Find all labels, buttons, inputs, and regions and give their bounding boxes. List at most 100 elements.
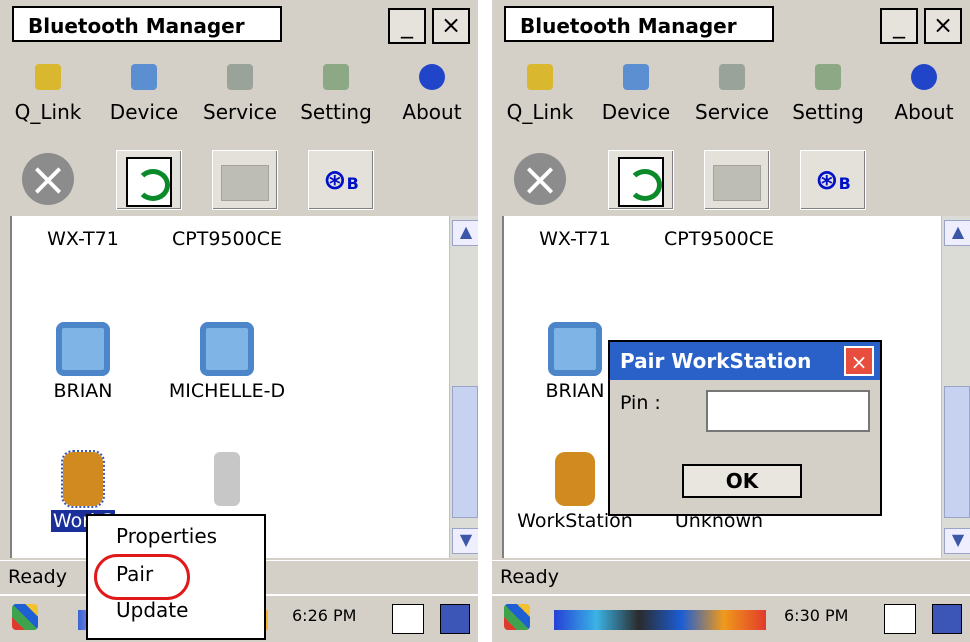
menu-q-link[interactable]: Q_Link	[492, 58, 588, 140]
status-text: Ready	[8, 566, 67, 588]
folder-tool-button[interactable]	[212, 150, 278, 210]
left-screenshot-panel: Bluetooth Manager _ × Q_Link Device Serv…	[0, 0, 478, 642]
device-item[interactable]: MICHELLE-D	[162, 322, 292, 402]
menu-bar: Q_Link Device Service Setting About	[0, 54, 478, 144]
device-name: WX-T71	[539, 228, 611, 250]
bluetooth-b-icon: ⊛B	[815, 163, 851, 196]
folder-icon	[713, 165, 761, 201]
status-text: Ready	[500, 566, 559, 588]
pda-icon	[555, 452, 595, 506]
cancel-icon: ×	[514, 153, 566, 205]
device-item[interactable]: WX-T71	[18, 228, 148, 250]
clock[interactable]: 6:26 PM	[292, 606, 356, 625]
service-icon	[719, 64, 745, 90]
bluetooth-b-icon: ⊛B	[323, 163, 359, 196]
menu-setting[interactable]: Setting	[288, 58, 384, 140]
scroll-down-icon[interactable]: ▼	[944, 528, 970, 554]
clock[interactable]: 6:30 PM	[784, 606, 848, 625]
minimize-button[interactable]: _	[880, 8, 918, 44]
setting-icon	[815, 64, 841, 90]
close-button[interactable]: ×	[432, 8, 470, 44]
pair-dialog: Pair WorkStation × Pin : OK	[608, 340, 882, 516]
cancel-tool-button[interactable]: ×	[16, 150, 80, 208]
scroll-up-icon[interactable]: ▲	[944, 220, 970, 246]
q-link-icon	[35, 64, 61, 90]
device-name: CPT9500CE	[172, 228, 282, 250]
menu-service[interactable]: Service	[684, 58, 780, 140]
right-screenshot-panel: Bluetooth Manager _ × Q_Link Device Serv…	[492, 0, 970, 642]
device-name: CPT9500CE	[664, 228, 774, 250]
menu-label: Setting	[792, 100, 864, 124]
title-bar: Bluetooth Manager _ ×	[0, 0, 478, 54]
scroll-thumb[interactable]	[452, 386, 478, 518]
scroll-up-icon[interactable]: ▲	[452, 220, 478, 246]
device-icon	[623, 64, 649, 90]
device-icon	[131, 64, 157, 90]
status-bar: Ready	[492, 560, 970, 592]
start-icon[interactable]	[504, 604, 530, 630]
context-item-pair[interactable]: Pair	[116, 562, 153, 586]
menu-about[interactable]: About	[384, 58, 478, 140]
vertical-scrollbar[interactable]: ▲ ▼	[941, 216, 970, 558]
scroll-down-icon[interactable]: ▼	[452, 528, 478, 554]
menu-device[interactable]: Device	[96, 58, 192, 140]
menu-about[interactable]: About	[876, 58, 970, 140]
device-list: WX-T71 CPT9500CE BRIAN MICHELLE-D WorkS …	[10, 216, 478, 558]
cancel-icon: ×	[22, 153, 74, 205]
setting-icon	[323, 64, 349, 90]
window-title: Bluetooth Manager	[12, 6, 282, 42]
refresh-tool-button[interactable]	[116, 150, 182, 210]
menu-label: About	[894, 100, 954, 124]
refresh-icon	[126, 157, 172, 207]
title-bar: Bluetooth Manager _ ×	[492, 0, 970, 54]
pda-icon	[61, 450, 105, 508]
menu-q-link[interactable]: Q_Link	[0, 58, 96, 140]
toolbar: × ⊛B	[0, 144, 478, 216]
device-item[interactable]: BRIAN	[18, 322, 148, 402]
menu-label: About	[402, 100, 462, 124]
dialog-close-icon[interactable]: ×	[844, 346, 874, 376]
bluetooth-icon	[419, 64, 445, 90]
service-icon	[227, 64, 253, 90]
cancel-tool-button[interactable]: ×	[508, 150, 572, 208]
menu-label: Device	[109, 100, 179, 124]
device-item[interactable]: CPT9500CE	[162, 228, 292, 250]
vertical-scrollbar[interactable]: ▲ ▼	[449, 216, 478, 558]
computer-icon	[548, 322, 602, 376]
menu-label: Q_Link	[14, 100, 82, 124]
scroll-thumb[interactable]	[944, 386, 970, 518]
folder-tool-button[interactable]	[704, 150, 770, 210]
menu-setting[interactable]: Setting	[780, 58, 876, 140]
pin-input[interactable]	[706, 390, 870, 432]
ok-button[interactable]: OK	[682, 464, 802, 498]
context-menu: Properties Pair Update	[86, 514, 266, 640]
window-switch-icon[interactable]	[440, 604, 470, 634]
computer-icon	[56, 322, 110, 376]
device-item[interactable]: WX-T71	[510, 228, 640, 250]
window-switch-icon[interactable]	[932, 604, 962, 634]
menu-label: Q_Link	[506, 100, 574, 124]
menu-label: Device	[601, 100, 671, 124]
start-icon[interactable]	[12, 604, 38, 630]
bluetooth-icon	[911, 64, 937, 90]
input-panel-icon[interactable]	[884, 604, 916, 634]
computer-icon	[200, 322, 254, 376]
tray-icons[interactable]	[554, 610, 766, 630]
menu-device[interactable]: Device	[588, 58, 684, 140]
menu-label: Service	[203, 100, 277, 124]
window-title: Bluetooth Manager	[504, 6, 774, 42]
minimize-button[interactable]: _	[388, 8, 426, 44]
refresh-icon	[618, 157, 664, 207]
menu-label: Service	[695, 100, 769, 124]
device-item[interactable]: CPT9500CE	[654, 228, 784, 250]
input-panel-icon[interactable]	[392, 604, 424, 634]
context-item-update[interactable]: Update	[116, 598, 188, 622]
context-item-properties[interactable]: Properties	[116, 524, 217, 548]
close-button[interactable]: ×	[924, 8, 962, 44]
toolbar: × ⊛B	[492, 144, 970, 216]
bluetooth-tool-button[interactable]: ⊛B	[308, 150, 374, 210]
menu-service[interactable]: Service	[192, 58, 288, 140]
pin-label: Pin :	[620, 392, 661, 414]
refresh-tool-button[interactable]	[608, 150, 674, 210]
bluetooth-tool-button[interactable]: ⊛B	[800, 150, 866, 210]
